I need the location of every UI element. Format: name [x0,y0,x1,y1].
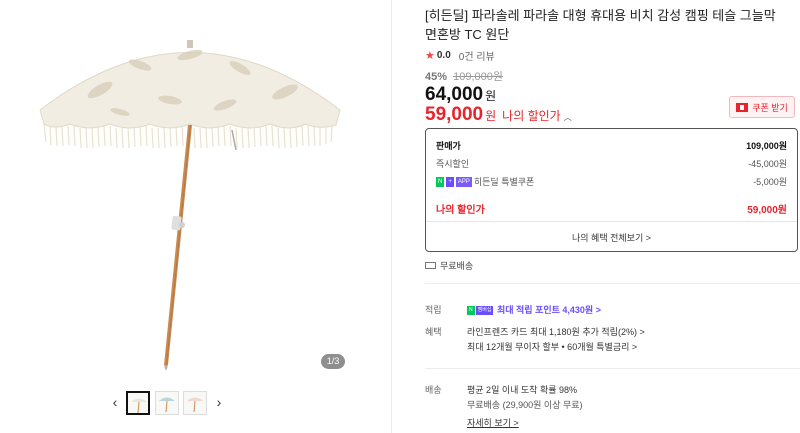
coupon-button-label: 쿠폰 받기 [752,102,788,113]
thumbnail-prev-arrow[interactable]: ‹ [108,394,122,410]
thumbnail-nav: ‹ › [0,391,392,417]
coupon-icon [736,102,749,112]
price-row: 64,000 원 [425,84,496,106]
thumbnail-parasol-blue-icon [159,397,175,413]
sale-price: 64,000 [425,84,484,105]
thumbnail-3[interactable] [183,391,207,415]
price-row-sale: 판매가 109,000원 [436,139,787,152]
my-price-label: 나의 할인가 [502,109,561,123]
price-value-my: 59,000원 [747,205,787,216]
price-value-sale: 109,000원 [746,141,787,151]
benefits-label: 혜택 [425,327,442,337]
thumbnail-2[interactable] [155,391,179,415]
max-points-link[interactable]: 최대 적립 포인트 4,430원 > [497,305,601,315]
product-info: [히든딜] 파라솔레 파라솔 대형 휴대용 비치 감성 캠핑 테슬 그늘막 면혼… [425,0,800,433]
my-price-row[interactable]: 59,000 원 나의 할인가 ︿ [425,104,572,126]
naver-n-badge: N [436,176,445,187]
sale-price-unit: 원 [485,89,497,103]
price-label-sale: 판매가 [436,141,461,151]
thumbnail-next-arrow[interactable]: › [212,394,226,410]
price-value-coupon: -5,000원 [753,177,787,187]
delivery-label: 배송 [425,385,442,395]
review-count-link[interactable]: 0건 리뷰 [459,48,495,63]
coupon-button[interactable]: 쿠폰 받기 [729,96,795,118]
coupon-badges: N + APP 히든딜 특별쿠폰 [436,175,534,188]
discount-percent: 45% [425,71,448,83]
truck-icon [425,262,436,269]
thumbnail-parasol-pink-icon [187,397,203,413]
price-breakdown-box: 판매가 109,000원 즉시할인 -45,000원 N + APP 히든딜 특… [425,128,798,252]
price-row-coupon: N + APP 히든딜 특별쿠폰 -5,000원 [436,175,787,188]
delivery-fee-text: 무료배송 (29,900원 이상 무료) [467,400,583,410]
plus-badge: + [446,176,454,187]
divider [425,283,800,284]
installment-benefit-link[interactable]: 최대 12개월 무이자 할부 • 60개월 특별금리 > [467,340,637,353]
price-label-instant: 즉시할인 [436,159,470,169]
app-badge: APP [455,176,472,187]
free-shipping-label: 무료배송 [440,261,474,271]
chevron-up-icon[interactable]: ︿ [564,112,572,123]
delivery-details-link[interactable]: 자세히 보기 > [467,416,519,429]
points-label: 적립 [425,305,442,315]
rating-row: ★ 0.0 0건 리뷰 [425,48,495,63]
product-gallery: 1/3 ‹ › [0,0,392,433]
original-price: 109,000원 [453,71,503,83]
free-shipping-row: 무료배송 [425,259,473,272]
price-label-my: 나의 할인가 [436,205,485,216]
star-icon: ★ [425,50,435,62]
membership-badge: 멤버십 [475,306,494,316]
thumbnail-parasol-beige-icon [131,398,147,413]
delivery-arrival-text: 평균 2일 이내 도착 확률 98% [467,385,578,395]
divider [425,368,800,369]
price-row-instant: 즉시할인 -45,000원 [436,157,787,170]
naver-n-badge: N [467,306,475,316]
discount-row: 45% 109,000원 [425,68,503,84]
price-label-coupon: 히든딜 특별쿠폰 [473,177,535,187]
my-price-unit: 원 [485,109,497,123]
card-benefit-link[interactable]: 라인프렌즈 카드 최대 1,180원 추가 적립(2%) > [467,325,645,338]
price-box-divider [426,221,797,222]
image-page-indicator: 1/3 [321,354,345,369]
price-value-instant: -45,000원 [748,159,787,169]
thumbnail-1[interactable] [126,391,150,415]
benefits-all-link[interactable]: 나의 혜택 전체보기 > [426,231,797,244]
price-row-my: 나의 할인가 59,000원 [436,201,787,216]
points-row: N 멤버십 최대 적립 포인트 4,430원 > [467,303,601,316]
rating-score: 0.0 [436,50,451,61]
my-price: 59,000 [425,104,484,125]
product-image-parasol[interactable] [20,20,360,370]
product-title: [히든딜] 파라솔레 파라솔 대형 휴대용 비치 감성 캠핑 테슬 그늘막 면혼… [425,8,776,42]
